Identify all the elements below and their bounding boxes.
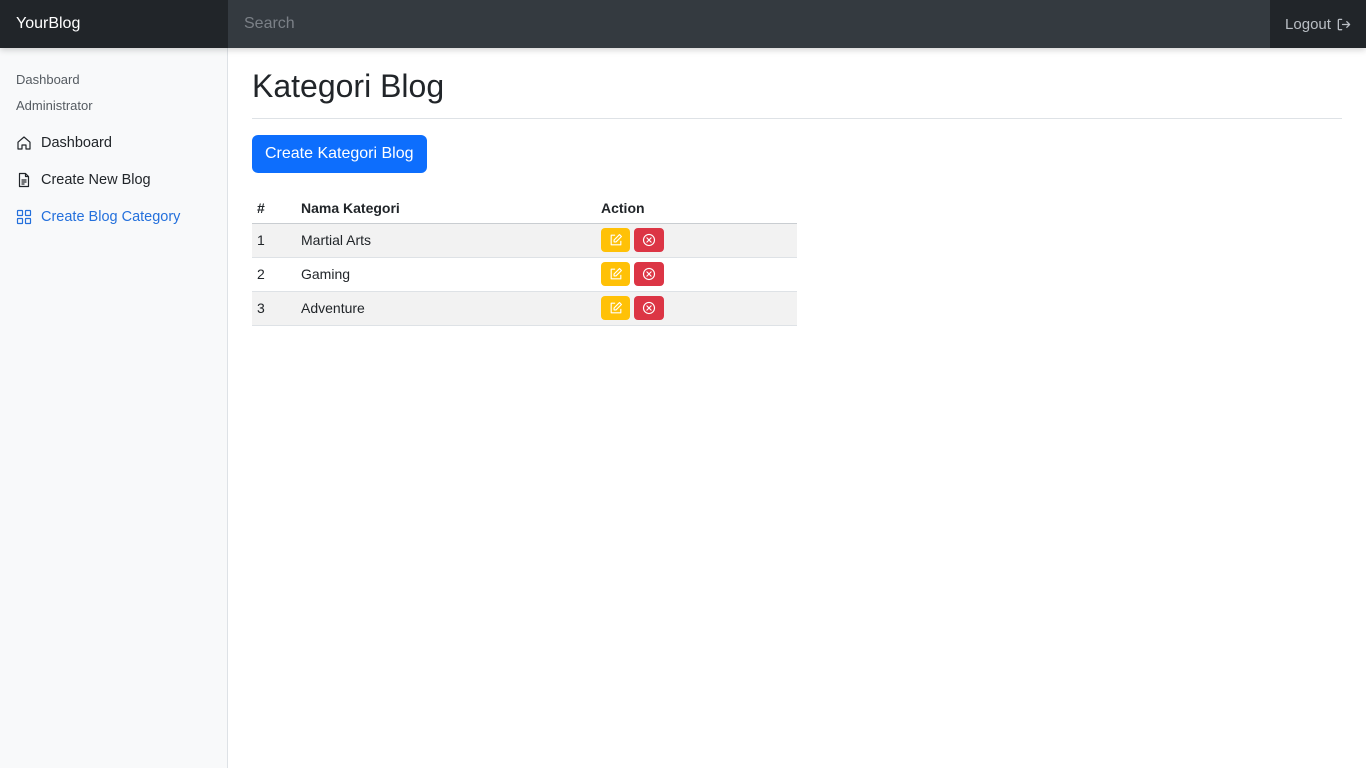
edit-icon [610,234,622,246]
row-actions [596,257,797,292]
logout-button[interactable]: Logout [1270,0,1366,48]
file-text-icon [18,172,30,187]
top-navbar: YourBlog Logout [0,0,1366,48]
grid-icon [16,209,32,224]
header-number: # [252,193,296,224]
edit-button[interactable] [601,228,630,252]
sidebar-item-create-blog-category[interactable]: Create Blog Category [0,198,227,235]
sidebar-item-dashboard[interactable]: Dashboard [0,124,227,161]
header-action: Action [596,193,797,224]
category-table: # Nama Kategori Action 1 Martial Arts 2 … [252,193,797,326]
sidebar-item-create-new-blog[interactable]: Create New Blog [0,161,227,198]
table-row: 3 Adventure [252,291,797,326]
create-kategori-button[interactable]: Create Kategori Blog [252,135,427,173]
logout-icon [1337,18,1351,30]
x-circle-icon [642,301,656,315]
delete-button[interactable] [634,228,664,252]
x-circle-icon [642,233,656,247]
delete-button[interactable] [634,296,664,320]
home-icon [17,135,31,150]
page-title: Kategori Blog [252,68,445,104]
search-input[interactable] [228,0,1270,48]
sidebar-heading-administrator: Administrator [16,98,93,113]
edit-button[interactable] [601,296,630,320]
sidebar-item-label: Create New Blog [41,171,151,188]
delete-button[interactable] [634,262,664,286]
row-category-name: Adventure [296,291,596,326]
table-row: 1 Martial Arts [252,223,797,258]
row-actions [596,291,797,326]
edit-icon [610,302,622,314]
main-content: Kategori Blog Create Kategori Blog # Nam… [252,48,1342,326]
edit-button[interactable] [601,262,630,286]
row-number: 3 [252,291,296,326]
row-actions [596,223,797,258]
table-header-row: # Nama Kategori Action [252,193,797,224]
header-nama-kategori: Nama Kategori [296,193,596,224]
table-row: 2 Gaming [252,257,797,292]
x-circle-icon [642,267,656,281]
brand-logo[interactable]: YourBlog [0,0,228,48]
row-category-name: Martial Arts [296,223,596,258]
row-number: 2 [252,257,296,292]
title-divider [252,118,1342,119]
sidebar-item-label: Dashboard [41,134,112,151]
row-category-name: Gaming [296,257,596,292]
sidebar-item-label: Create Blog Category [41,208,181,225]
logout-label: Logout [1285,15,1331,33]
edit-icon [610,268,622,280]
row-number: 1 [252,223,296,258]
sidebar: Dashboard Administrator Dashboard Create… [0,48,228,768]
sidebar-heading-dashboard: Dashboard [16,72,80,87]
